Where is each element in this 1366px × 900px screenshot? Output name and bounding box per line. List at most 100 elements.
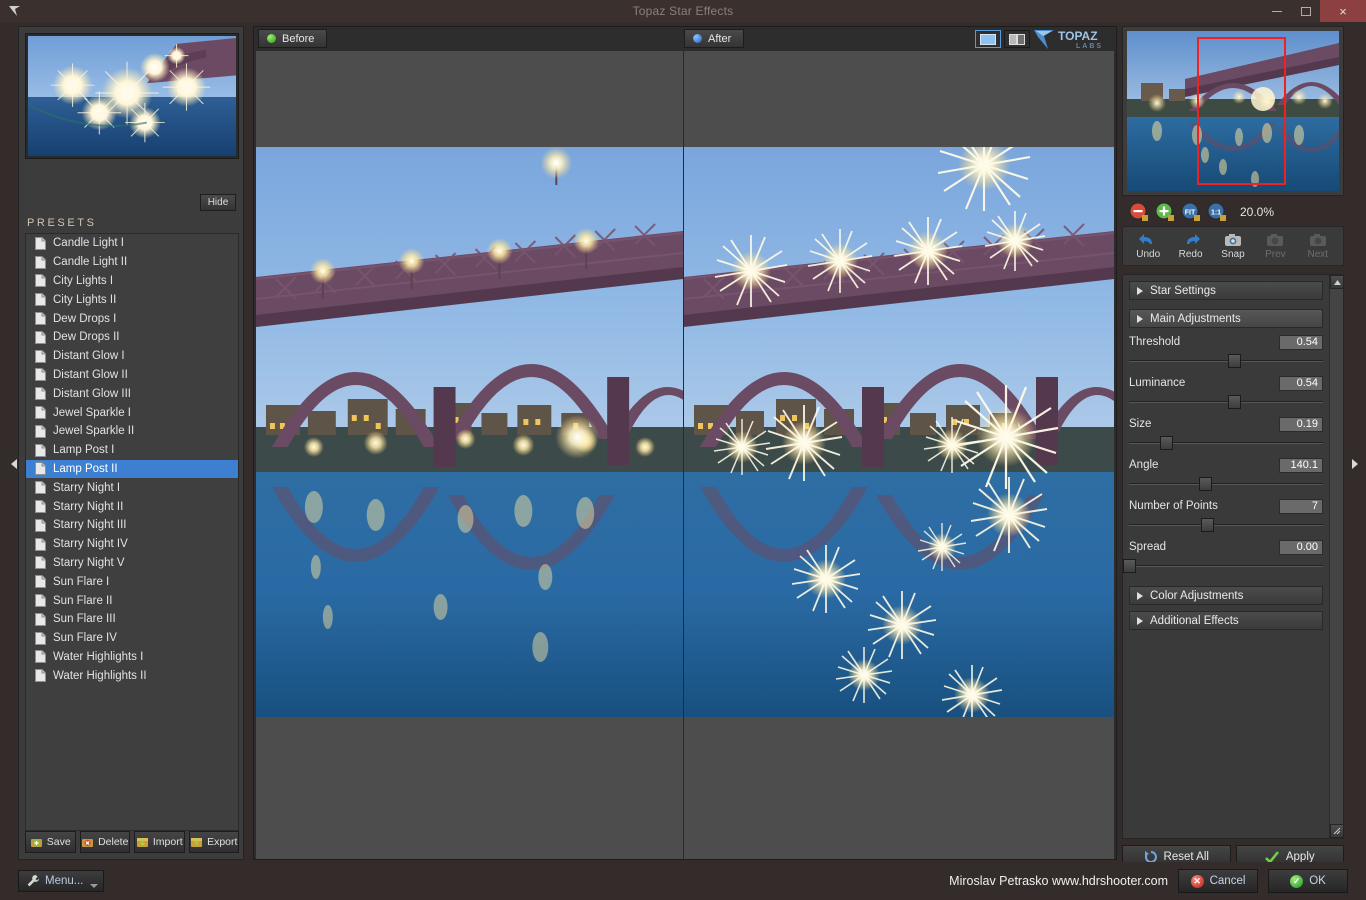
menu-label: Menu... [45, 875, 84, 887]
preset-label: Starry Night IV [53, 538, 128, 551]
slider-knob[interactable] [1227, 354, 1241, 368]
zoom-in-icon[interactable] [1154, 201, 1176, 223]
slider-track-area[interactable] [1123, 558, 1323, 574]
slider-value[interactable]: 0.00 [1279, 539, 1323, 555]
preset-item[interactable]: Starry Night V [26, 554, 238, 573]
chevron-right-icon [1137, 286, 1143, 295]
maximize-button[interactable] [1291, 0, 1320, 22]
before-pane[interactable] [256, 51, 684, 859]
slider-value[interactable]: 0.54 [1279, 334, 1323, 350]
undo-button[interactable]: Undo [1127, 232, 1169, 260]
preset-item[interactable]: Lamp Post II [26, 459, 238, 479]
preset-file-icon [35, 612, 46, 626]
tab-after[interactable]: After [684, 29, 745, 48]
prev-snapshot-button[interactable]: Prev [1254, 232, 1296, 260]
delete-preset-button[interactable]: Delete [79, 831, 130, 853]
minimize-button[interactable] [1262, 0, 1291, 22]
preset-list[interactable]: Candle Light I Candle Light II City Lights… [25, 233, 239, 831]
cancel-button[interactable]: ✕ Cancel [1178, 869, 1258, 893]
preset-label: Starry Night I [53, 481, 121, 494]
comparison-panes [256, 51, 1116, 859]
preset-item[interactable]: Dew Drops I [26, 309, 238, 328]
slider-track-area[interactable] [1129, 476, 1323, 492]
zoom-actual-icon[interactable]: 1:1 [1206, 201, 1228, 223]
split-view-button[interactable] [1004, 30, 1030, 48]
resize-grip[interactable] [1330, 824, 1344, 838]
export-preset-button[interactable]: Export [188, 831, 239, 853]
svg-text:LABS: LABS [1076, 43, 1103, 50]
collapse-left-panel-handle[interactable] [9, 44, 18, 884]
slider-track-area[interactable] [1129, 435, 1323, 451]
slider-value[interactable]: 0.19 [1279, 416, 1323, 432]
slider-value[interactable]: 140.1 [1279, 457, 1323, 473]
preset-item[interactable]: City Lights I [26, 272, 238, 291]
ok-icon: ✓ [1290, 874, 1304, 888]
preset-item[interactable]: Water Highlights II [26, 666, 238, 685]
undo-icon [1139, 234, 1153, 244]
preset-label: Starry Night II [53, 500, 124, 513]
preset-item[interactable]: Dew Drops II [26, 328, 238, 347]
preset-item[interactable]: Lamp Post I [26, 441, 238, 460]
preset-item[interactable]: City Lights II [26, 290, 238, 309]
close-button[interactable]: × [1320, 0, 1366, 22]
preset-label: Candle Light II [53, 256, 128, 269]
slider-value[interactable]: 0.54 [1279, 375, 1323, 391]
single-view-button[interactable] [975, 30, 1001, 48]
presets-panel: Hide PRESETS Candle Light I Candle Light … [18, 26, 244, 860]
after-pane[interactable] [684, 51, 1114, 859]
slider-knob[interactable] [1200, 518, 1214, 532]
menu-button[interactable]: Menu... [18, 870, 104, 892]
preset-item[interactable]: Distant Glow II [26, 366, 238, 385]
settings-scrollbar[interactable] [1329, 275, 1344, 838]
preset-item[interactable]: Sun Flare IV [26, 629, 238, 648]
hide-preview-button[interactable]: Hide [200, 194, 236, 211]
preset-item[interactable]: Jewel Sparkle II [26, 422, 238, 441]
preset-item[interactable]: Jewel Sparkle I [26, 403, 238, 422]
slider-track-area[interactable] [1129, 353, 1323, 369]
window-title: Topaz Star Effects [632, 4, 734, 18]
save-preset-button[interactable]: Save [25, 831, 76, 853]
slider-knob[interactable] [1227, 395, 1241, 409]
preset-item[interactable]: Water Highlights I [26, 648, 238, 667]
snapshot-button[interactable]: Snap [1212, 232, 1254, 260]
preset-item[interactable]: Starry Night I [26, 478, 238, 497]
section-header[interactable]: Color Adjustments [1129, 586, 1323, 605]
scroll-up-button[interactable] [1330, 275, 1344, 289]
preset-item[interactable]: Candle Light I [26, 234, 238, 253]
zoom-fit-icon[interactable]: FIT [1180, 201, 1202, 223]
slider-header: Angle 140.1 [1129, 457, 1323, 473]
tab-before[interactable]: Before [258, 29, 328, 48]
preset-item[interactable]: Distant Glow I [26, 347, 238, 366]
preset-label: Starry Night V [53, 556, 125, 569]
slider-control: Size 0.19 [1129, 416, 1323, 451]
slider-knob[interactable] [1159, 436, 1173, 450]
preset-item[interactable]: Sun Flare I [26, 572, 238, 591]
slider-control: Spread 0.00 [1123, 539, 1323, 574]
next-snapshot-button[interactable]: Next [1297, 232, 1339, 260]
slider-knob[interactable] [1123, 559, 1136, 573]
section-header[interactable]: Star Settings [1129, 281, 1323, 300]
preset-item[interactable]: Starry Night IV [26, 535, 238, 554]
slider-track-area[interactable] [1129, 394, 1323, 410]
navigator-crop-rectangle[interactable] [1196, 37, 1286, 185]
section-header[interactable]: Additional Effects [1129, 611, 1323, 630]
slider-knob[interactable] [1198, 477, 1212, 491]
slider-track-area[interactable] [1129, 517, 1323, 533]
preset-item[interactable]: Sun Flare II [26, 591, 238, 610]
ok-button[interactable]: ✓ OK [1268, 869, 1348, 893]
preset-item[interactable]: Starry Night II [26, 497, 238, 516]
preset-item[interactable]: Starry Night III [26, 516, 238, 535]
preset-item[interactable]: Candle Light II [26, 253, 238, 272]
preset-item[interactable]: Sun Flare III [26, 610, 238, 629]
slider-value[interactable]: 7 [1279, 498, 1323, 514]
zoom-out-icon[interactable] [1128, 201, 1150, 223]
import-preset-button[interactable]: Import [134, 831, 185, 853]
import-preset-label: Import [152, 836, 183, 848]
collapse-right-panel-handle[interactable] [1350, 44, 1359, 884]
redo-button[interactable]: Redo [1170, 232, 1212, 260]
section-label: Additional Effects [1150, 614, 1239, 627]
settings-content: Star Settings Main Adjustments Threshold 0.… [1123, 275, 1329, 838]
section-header[interactable]: Main Adjustments [1129, 309, 1323, 328]
preset-item[interactable]: Distant Glow III [26, 384, 238, 403]
navigator-thumbnail[interactable] [1127, 31, 1339, 191]
